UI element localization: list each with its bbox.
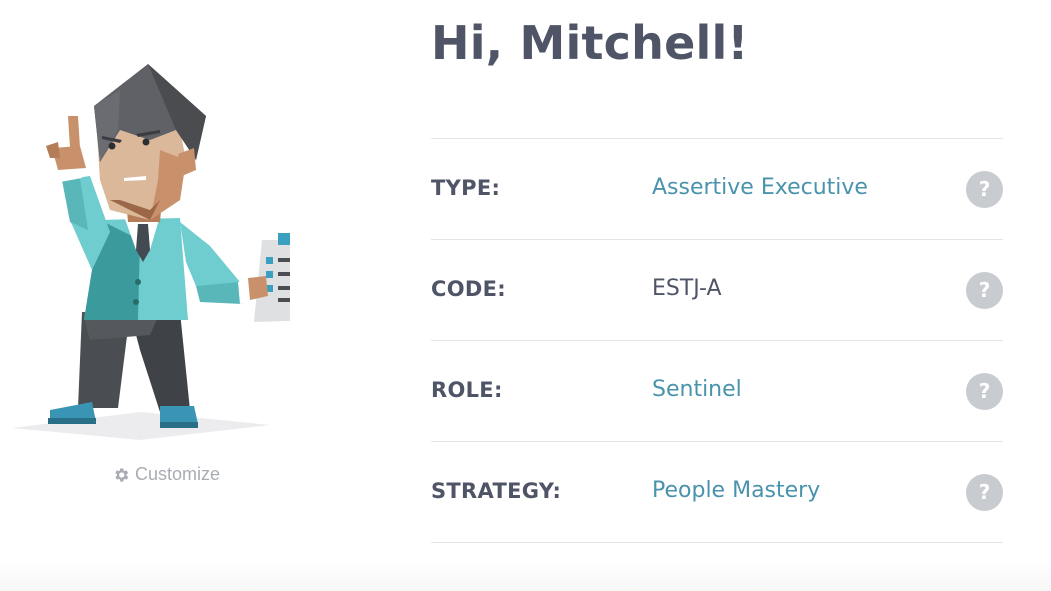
strategy-label: STRATEGY: (431, 479, 562, 503)
code-help-icon[interactable]: ? (966, 272, 1003, 309)
info-row-strategy: STRATEGY: People Mastery ? (431, 442, 1003, 543)
profile-page: Customize Hi, Mitchell! TYPE: Assertive … (0, 0, 1051, 591)
role-label: ROLE: (431, 378, 503, 402)
customize-label: Customize (135, 464, 221, 484)
executive-avatar-illustration (12, 64, 290, 440)
info-row-code: CODE: ESTJ-A ? (431, 240, 1003, 341)
code-label: CODE: (431, 277, 506, 301)
role-help-icon[interactable]: ? (966, 373, 1003, 410)
info-row-role: ROLE: Sentinel ? (431, 341, 1003, 442)
gear-icon (115, 467, 129, 482)
type-help-icon[interactable]: ? (966, 171, 1003, 208)
profile-info-table: TYPE: Assertive Executive ? CODE: ESTJ-A… (431, 138, 1003, 543)
type-label: TYPE: (431, 176, 501, 200)
avatar (0, 50, 290, 450)
strategy-help-icon[interactable]: ? (966, 474, 1003, 511)
page-title: Hi, Mitchell! (431, 16, 749, 70)
type-value-link[interactable]: Assertive Executive (652, 175, 868, 200)
customize-button[interactable]: Customize (112, 464, 220, 485)
role-value-link[interactable]: Sentinel (652, 377, 742, 402)
code-value: ESTJ-A (652, 276, 722, 301)
strategy-value-link[interactable]: People Mastery (652, 478, 820, 503)
info-row-type: TYPE: Assertive Executive ? (431, 139, 1003, 240)
